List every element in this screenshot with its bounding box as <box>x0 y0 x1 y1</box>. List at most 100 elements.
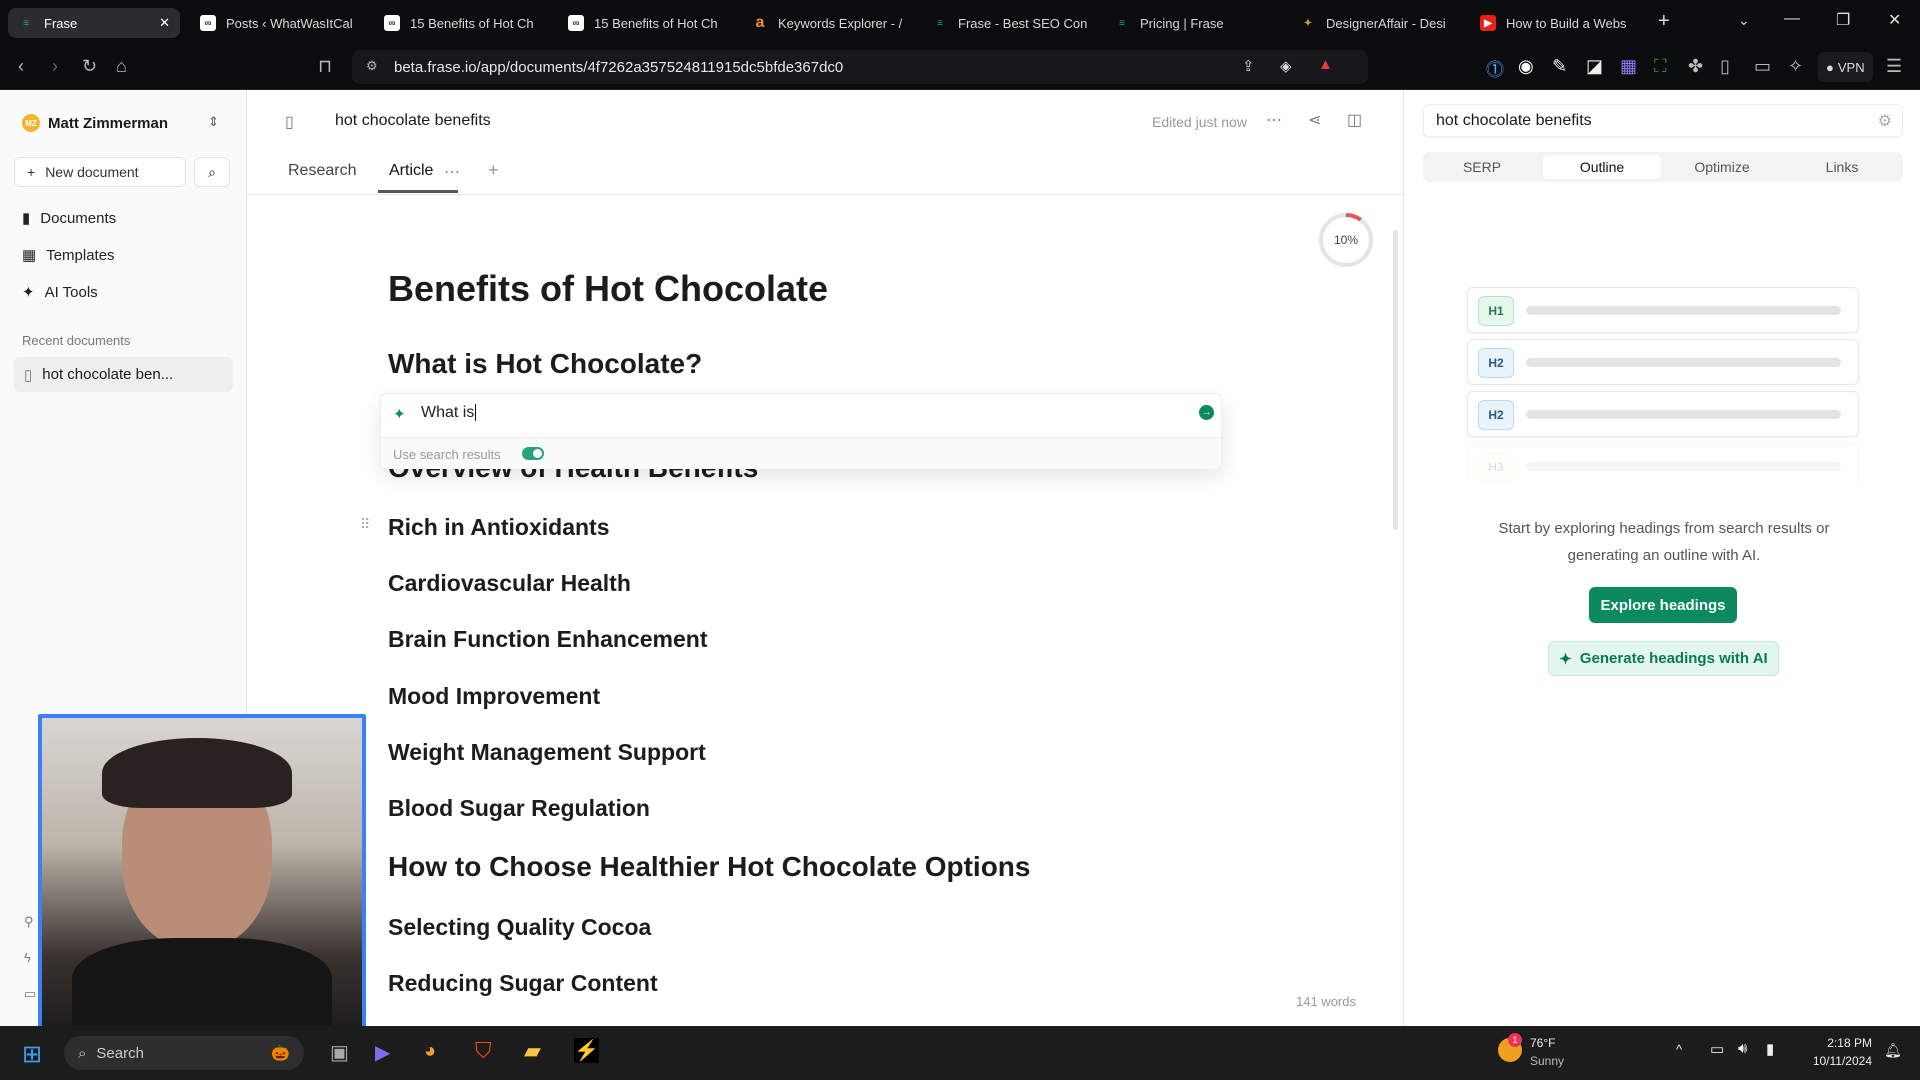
heading-h3[interactable]: Reducing Sugar Content <box>388 970 658 997</box>
ai-prompt-input[interactable]: What is <box>421 404 477 422</box>
tab-outline[interactable]: Outline <box>1543 155 1661 179</box>
heading-h3[interactable]: Rich in Antioxidants <box>388 514 610 541</box>
heading-h3[interactable]: Weight Management Support <box>388 739 706 766</box>
new-document-button[interactable]: + New document <box>14 157 186 187</box>
explore-headings-button[interactable]: Explore headings <box>1589 587 1737 623</box>
browser-tab[interactable]: ∞ 15 Benefits of Hot Ch <box>384 8 540 38</box>
browser-tab[interactable]: a Keywords Explorer - / <box>752 8 908 38</box>
sidebar-item-ai-tools[interactable]: ✦ AI Tools <box>22 283 98 302</box>
browser-tab[interactable]: ▶ How to Build a Webs <box>1480 8 1630 38</box>
network-icon[interactable]: ▭ <box>1710 1040 1724 1058</box>
brave-browser-icon[interactable]: ⛉ <box>475 1038 492 1064</box>
copilot-icon[interactable]: ◕ <box>424 1040 436 1063</box>
extension-icon[interactable]: ◪ <box>1586 56 1603 77</box>
pin-icon[interactable]: ⚲ <box>24 914 34 930</box>
bookmark-icon[interactable]: ⊓ <box>318 56 332 77</box>
minimize-icon[interactable]: — <box>1784 10 1800 28</box>
browser-tab[interactable]: ✦ DesignerAffair - Desi <box>1300 8 1460 38</box>
heading-h2[interactable]: How to Choose Healthier Hot Chocolate Op… <box>388 851 1030 883</box>
sidebar-item-documents[interactable]: ▮ Documents <box>22 209 116 228</box>
tab-title: Pricing | Frase <box>1140 15 1224 31</box>
home-icon[interactable]: ⌂ <box>116 56 127 77</box>
browser-tab[interactable]: ∞ 15 Benefits of Hot Ch <box>568 8 724 38</box>
sparkle-icon: ✦ <box>1559 650 1572 668</box>
browser-tab[interactable]: ∞ Posts ‹ WhatWasItCal <box>200 8 360 38</box>
recent-document-item[interactable]: ▯ hot chocolate ben... <box>14 357 233 392</box>
url-bar[interactable]: ⚙ beta.frase.io/app/documents/4f7262a357… <box>352 50 1368 84</box>
teams-icon[interactable]: ▶ <box>375 1040 390 1065</box>
toggle-panel-icon[interactable]: ◫ <box>1347 110 1362 130</box>
heading-h1[interactable]: Benefits of Hot Chocolate <box>388 268 828 310</box>
submit-arrow-icon[interactable]: → <box>1199 405 1214 420</box>
ahrefs-favicon-icon: a <box>755 14 765 31</box>
heading-h3[interactable]: Cardiovascular Health <box>388 570 631 597</box>
heading-h3[interactable]: Blood Sugar Regulation <box>388 795 650 822</box>
browser-tab[interactable]: ≡ Frase - Best SEO Con <box>932 8 1088 38</box>
wallet-icon[interactable]: ▭ <box>1754 56 1771 77</box>
heading-h2[interactable]: What is Hot Chocolate? <box>388 348 702 380</box>
taskbar-search[interactable]: ⌕ Search 🎃 <box>64 1036 304 1070</box>
leo-ai-icon[interactable]: ✧ <box>1788 56 1803 77</box>
document-title[interactable]: hot chocolate benefits <box>335 112 491 130</box>
brave-rewards-icon[interactable]: ▲ <box>1318 56 1333 73</box>
generate-headings-button[interactable]: ✦ Generate headings with AI <box>1548 641 1779 676</box>
file-explorer-icon[interactable]: ▰ <box>524 1038 541 1064</box>
windows-start-icon[interactable]: ⊞ <box>22 1040 42 1069</box>
extension-icon[interactable]: ◉ <box>1518 56 1534 77</box>
close-window-icon[interactable]: ✕ <box>1888 10 1901 30</box>
app-icon[interactable]: ⚡ <box>574 1038 599 1063</box>
account-switcher[interactable]: MZ Matt Zimmerman <box>22 114 168 132</box>
chevron-updown-icon[interactable]: ⇕ <box>208 114 219 130</box>
forward-icon[interactable]: › <box>52 56 58 77</box>
tab-research[interactable]: Research <box>288 162 356 180</box>
keyword-input[interactable]: hot chocolate benefits ⚙ <box>1423 104 1903 137</box>
new-tab-icon[interactable]: + <box>1658 10 1670 33</box>
tab-links[interactable]: Links <box>1783 155 1901 179</box>
menu-icon[interactable]: ☰ <box>1886 56 1902 77</box>
password-manager-icon[interactable]: ⓵ <box>1486 56 1504 82</box>
vpn-button[interactable]: ● VPN <box>1818 52 1873 82</box>
site-settings-icon[interactable]: ⚙ <box>366 58 378 74</box>
back-icon[interactable]: ‹ <box>18 56 24 77</box>
bolt-icon[interactable]: ϟ <box>24 950 31 965</box>
search-button[interactable]: ⌕ <box>194 157 230 187</box>
heading-h3[interactable]: Selecting Quality Cocoa <box>388 914 651 941</box>
clock-date[interactable]: 10/11/2024 <box>1802 1054 1872 1068</box>
tab-search-chevron-icon[interactable]: ⌄ <box>1738 12 1750 29</box>
search-icon: ⌕ <box>208 163 216 180</box>
browser-tab[interactable]: ≡ Frase ✕ <box>8 8 180 38</box>
scrollbar[interactable] <box>1393 230 1398 530</box>
task-view-icon[interactable]: ▣ <box>330 1040 349 1065</box>
share-icon[interactable]: ⇪ <box>1242 57 1255 75</box>
heading-h3[interactable]: Mood Improvement <box>388 683 600 710</box>
close-tab-icon[interactable]: ✕ <box>159 15 170 31</box>
restore-icon[interactable]: ❐ <box>1836 10 1850 30</box>
gear-icon[interactable]: ⚙ <box>1878 111 1892 131</box>
use-search-results-toggle[interactable] <box>522 447 544 460</box>
drag-handle-icon[interactable]: ⠿ <box>360 516 370 533</box>
sidebar-item-templates[interactable]: ▦ Templates <box>22 246 115 265</box>
volume-icon[interactable]: 🔊︎ <box>1738 1040 1747 1057</box>
notifications-bell-icon[interactable]: 🔔︎ <box>1884 1042 1902 1059</box>
tab-optimize[interactable]: Optimize <box>1663 155 1781 179</box>
sidebar-toggle-icon[interactable]: ▯ <box>1720 56 1730 77</box>
reload-icon[interactable]: ↻ <box>82 56 97 77</box>
toggle-sidebar-icon[interactable]: ▯ <box>285 112 294 132</box>
tray-chevron-icon[interactable]: ^ <box>1676 1042 1682 1057</box>
more-options-icon[interactable]: ⋯ <box>1266 110 1282 130</box>
clock-time[interactable]: 2:18 PM <box>1802 1036 1872 1050</box>
brave-shields-icon[interactable]: ◈ <box>1280 57 1292 75</box>
share-icon[interactable]: ⋖ <box>1308 110 1321 130</box>
extensions-puzzle-icon[interactable]: ✤ <box>1688 56 1703 77</box>
battery-icon[interactable]: ▮ <box>1766 1040 1774 1058</box>
tab-serp[interactable]: SERP <box>1423 155 1541 179</box>
chat-icon[interactable]: ▭ <box>24 986 36 1002</box>
screenshot-icon[interactable]: ⛶ <box>1654 56 1667 77</box>
new-document-label: New document <box>45 164 139 180</box>
tab-more-icon[interactable]: ⋯ <box>444 162 460 182</box>
browser-tab[interactable]: ≡ Pricing | Frase <box>1114 8 1274 38</box>
heading-h3[interactable]: Brain Function Enhancement <box>388 626 707 653</box>
add-tab-icon[interactable]: + <box>488 160 499 181</box>
extension-icon[interactable]: ▦ <box>1620 56 1637 77</box>
color-picker-icon[interactable]: ✎ <box>1552 56 1567 77</box>
